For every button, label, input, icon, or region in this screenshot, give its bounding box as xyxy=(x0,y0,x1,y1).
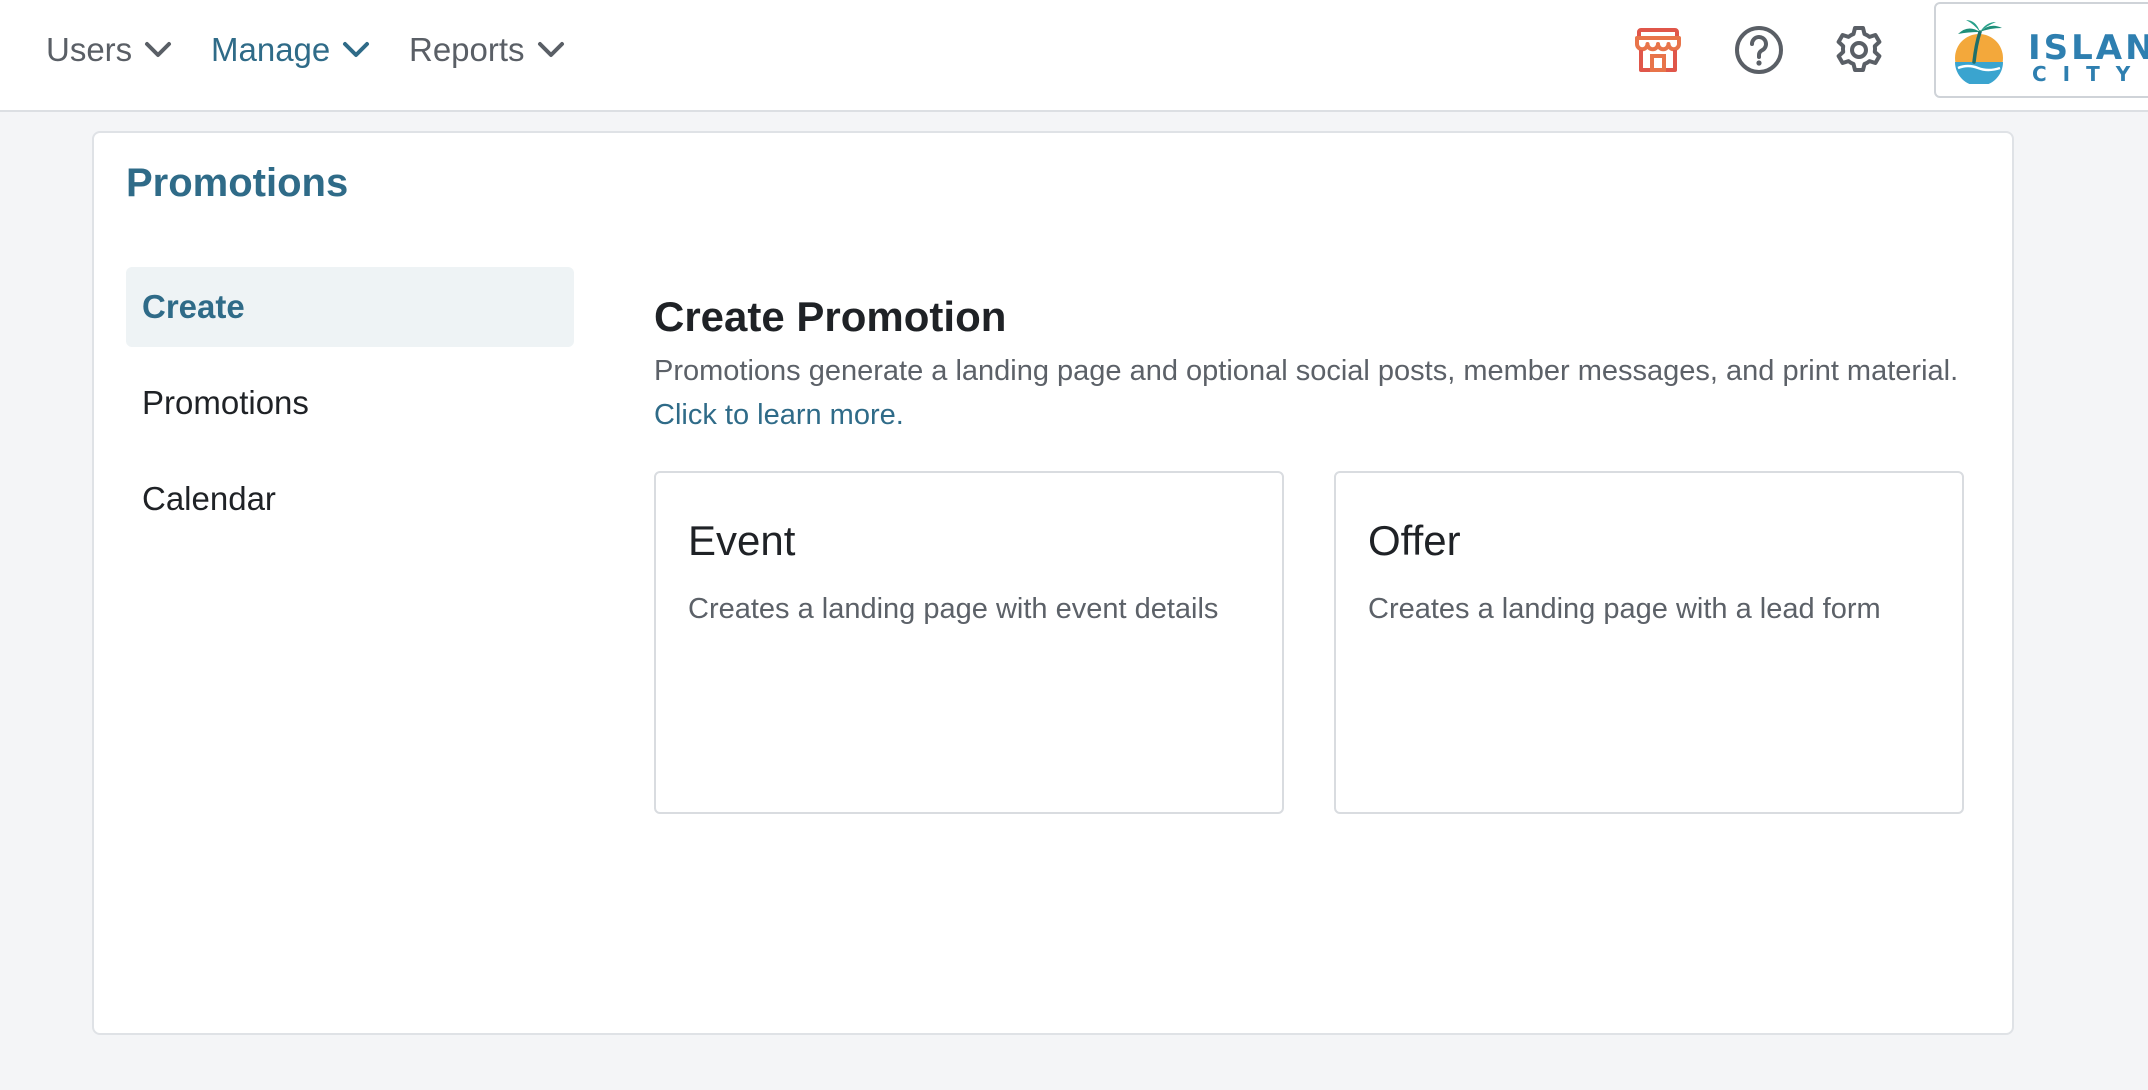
page-title: Promotions xyxy=(126,161,349,205)
nav-users-label: Users xyxy=(46,31,133,68)
option-description: Creates a landing page with event detail… xyxy=(688,593,1219,625)
sidebar-item-promotions[interactable]: Promotions xyxy=(126,363,574,443)
nav-reports-label: Reports xyxy=(409,31,525,68)
chevron-down-icon xyxy=(145,42,172,57)
sidebar-item-label: Calendar xyxy=(142,480,276,517)
nav-reports-menu[interactable]: Reports xyxy=(409,26,565,74)
sidebar-item-label: Create xyxy=(142,288,245,325)
nav-users-menu[interactable]: Users xyxy=(46,26,172,74)
top-navigation-bar: Users Manage Reports ISLA CITY xyxy=(0,0,2148,112)
storefront-icon[interactable] xyxy=(1630,22,1686,78)
option-description: Creates a landing page with a lead form xyxy=(1368,593,1881,625)
chevron-down-icon xyxy=(343,42,370,57)
logo-text-bottom: CITY xyxy=(2032,62,2147,86)
sidebar-item-label: Promotions xyxy=(142,384,309,421)
island-logo-icon xyxy=(1955,20,2003,84)
nav-manage-label: Manage xyxy=(211,31,331,68)
option-title: Offer xyxy=(1368,517,1461,564)
section-title: Create Promotion xyxy=(654,293,1007,340)
section-description: Promotions generate a landing page and o… xyxy=(654,355,1959,387)
sidebar-item-create[interactable]: Create xyxy=(126,267,574,347)
learn-more-link[interactable]: Click to learn more. xyxy=(654,399,904,432)
company-logo[interactable]: ISLAND CITY xyxy=(1934,2,2148,98)
option-title: Event xyxy=(688,517,796,564)
sidebar-item-calendar[interactable]: Calendar xyxy=(126,459,574,539)
gear-icon[interactable] xyxy=(1831,22,1887,78)
chevron-down-icon xyxy=(537,42,564,57)
event-option-card[interactable]: Event Creates a landing page with event … xyxy=(654,471,1284,814)
nav-manage-menu[interactable]: Manage xyxy=(211,26,370,74)
offer-option-card[interactable]: Offer Creates a landing page with a lead… xyxy=(1334,471,1964,814)
help-icon[interactable] xyxy=(1731,22,1787,78)
promotions-panel: Promotions Create Promotions Calendar Cr… xyxy=(92,131,2014,1035)
